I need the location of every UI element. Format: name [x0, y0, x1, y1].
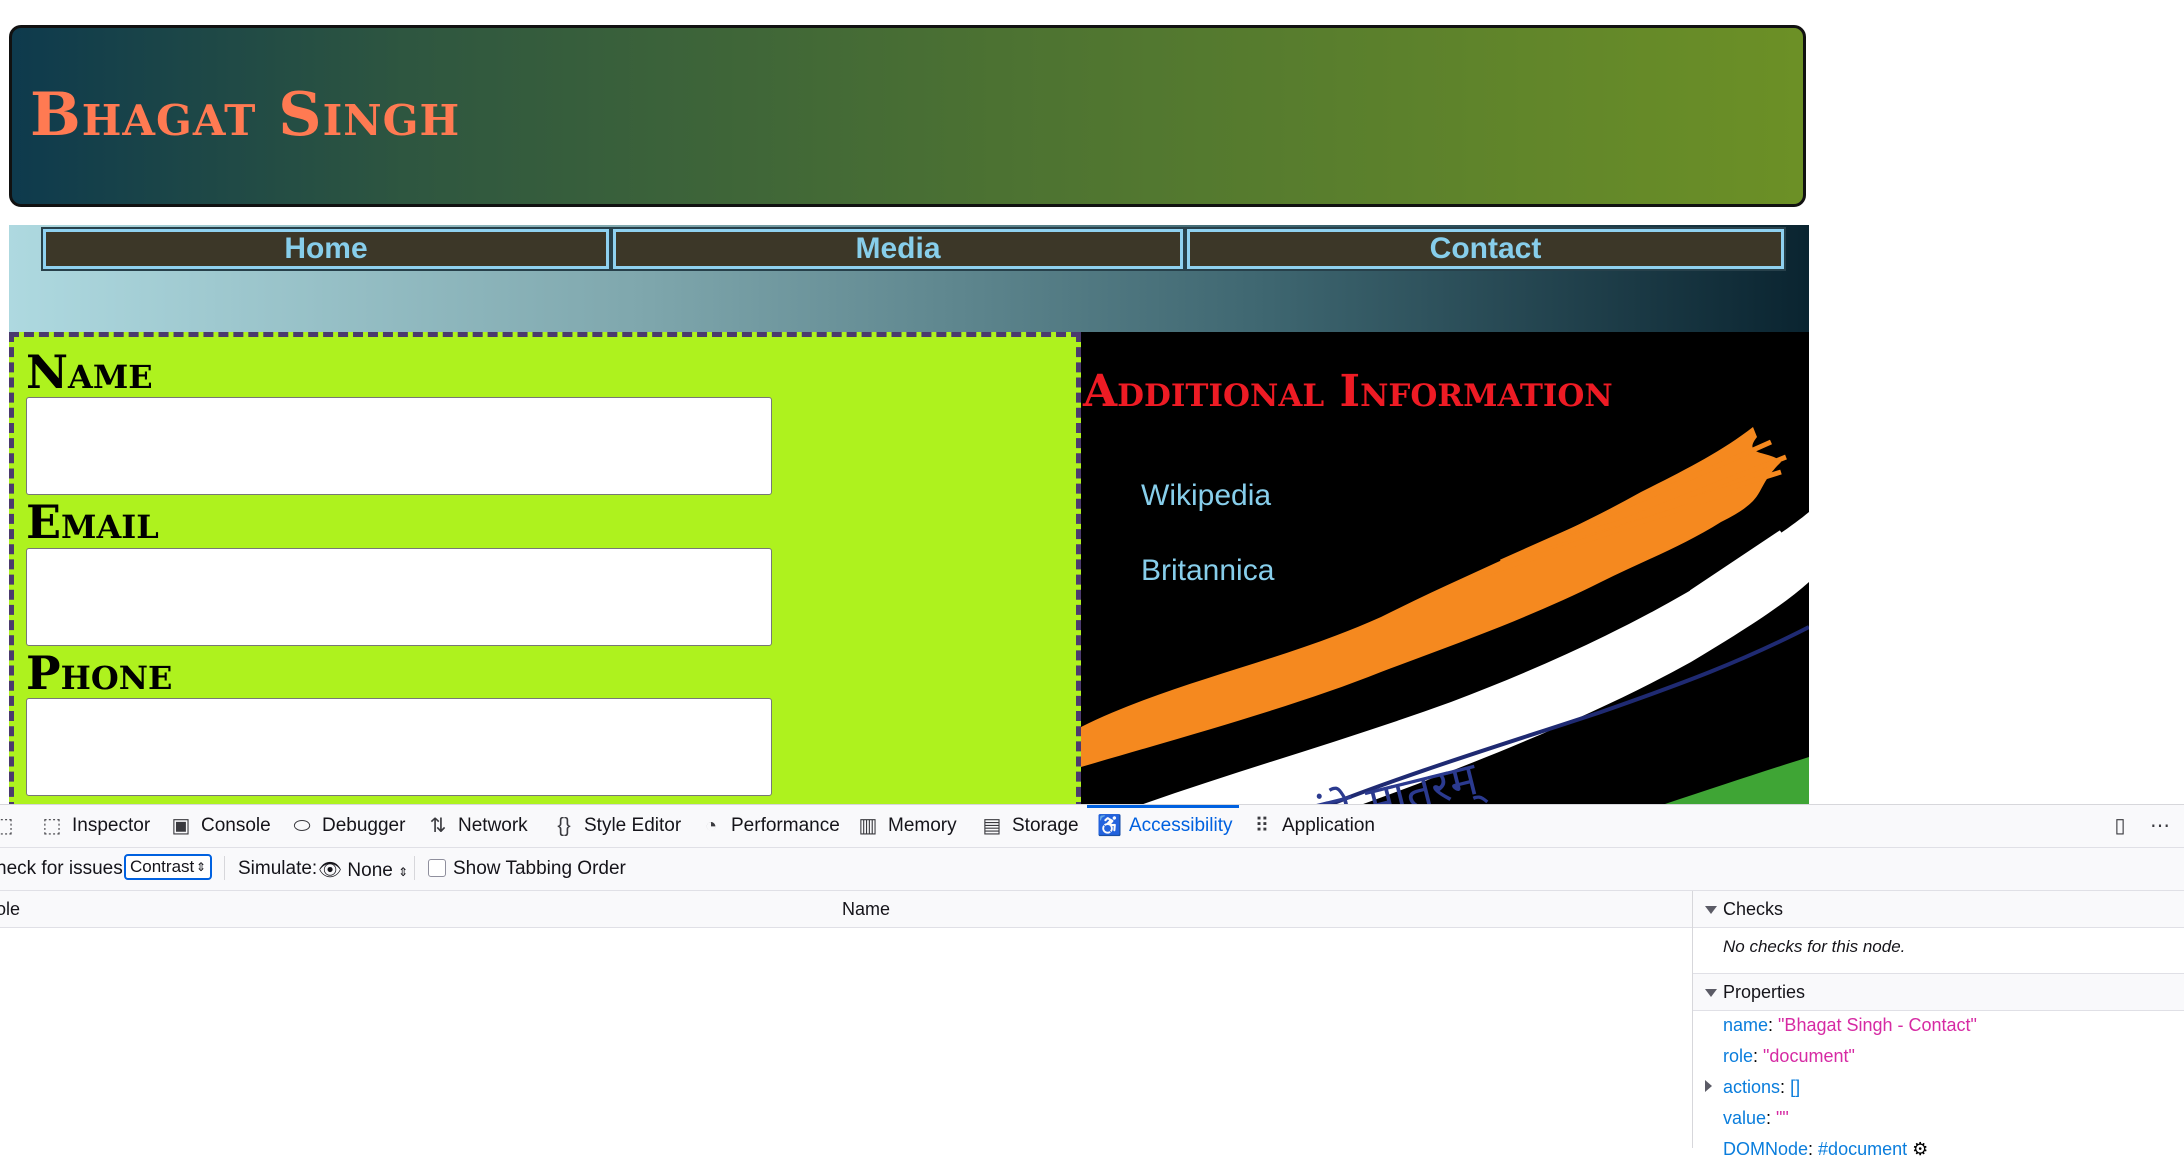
toolbar-divider — [414, 856, 415, 880]
property-value: "document" — [1763, 1046, 1855, 1066]
properties-title: Properties — [1723, 982, 1806, 1002]
property-value: "" — [1776, 1108, 1789, 1128]
property-key: name — [1723, 1015, 1769, 1035]
property-value: #document — [1818, 1139, 1908, 1159]
tab-application[interactable]: ⠿ Application — [1250, 805, 1375, 847]
tab-label: Storage — [1012, 815, 1079, 836]
check-issues-select[interactable]: Contrast ⇕ — [124, 854, 212, 880]
property-key: actions — [1723, 1077, 1781, 1097]
performance-icon: ◔ — [704, 815, 718, 837]
tab-label: Network — [458, 815, 528, 836]
property-row[interactable]: name: "Bhagat Singh - Contact" — [1723, 1015, 1977, 1036]
console-icon: ▣ — [171, 815, 191, 837]
tabbing-order-label: Show Tabbing Order — [453, 858, 626, 879]
additional-info-panel: वंदे मातरम् Additional Information Wikip… — [1081, 332, 1809, 804]
debugger-icon: ⬭ — [293, 815, 311, 837]
name-input[interactable] — [26, 397, 772, 495]
network-icon: ⇅ — [429, 815, 447, 837]
storage-icon: ▤ — [982, 815, 1002, 837]
property-key: value — [1723, 1108, 1767, 1128]
web-page: Bhagat Singh Home Media Contact Name Ema… — [0, 0, 2184, 804]
style-editor-icon: {} — [557, 815, 571, 837]
devtools-tab-bar: ⬚ ⬚ Inspector ▣ Console ⬭ Debugger ⇅ Network… — [0, 805, 2184, 848]
active-tab-indicator — [1087, 805, 1239, 808]
accessibility-toolbar: heck for issues: Contrast ⇕ Simulate: 👁 N… — [0, 848, 2184, 891]
checks-message: No checks for this node. — [1723, 937, 1906, 956]
check-issues-value: Contrast — [130, 857, 195, 876]
property-row[interactable]: value: "" — [1723, 1108, 1789, 1129]
tab-label: Memory — [888, 815, 957, 836]
accessibility-icon: ♿ — [1097, 815, 1122, 837]
simulate-select[interactable]: 👁 None ⇕ — [318, 858, 408, 882]
checks-title: Checks — [1723, 899, 1784, 919]
simulate-value: None — [347, 860, 393, 881]
tab-label: Performance — [731, 815, 840, 836]
gear-icon[interactable]: ⚙ — [1912, 1139, 1928, 1159]
memory-icon: ▥ — [858, 815, 878, 837]
pick-element-button[interactable]: ⬚ — [0, 805, 16, 847]
property-row[interactable]: DOMNode: #document ⚙ — [1723, 1139, 1928, 1160]
eye-icon: 👁 — [318, 860, 343, 881]
more-options-button[interactable]: ⋯ — [2148, 805, 2172, 847]
select-arrows-icon: ⇕ — [195, 860, 206, 874]
property-row[interactable]: actions: [] — [1705, 1077, 1801, 1098]
toolbar-divider — [224, 856, 225, 880]
tab-label: Style Editor — [584, 815, 682, 836]
email-input[interactable] — [26, 548, 772, 646]
tab-label: Application — [1282, 815, 1375, 836]
tab-inspector[interactable]: ⬚ Inspector — [40, 805, 151, 847]
accessibility-sidebar: Checks No checks for this node. Properti… — [1692, 891, 2184, 1159]
phone-input[interactable] — [26, 698, 772, 796]
more-options-icon: ⋯ — [2150, 815, 2170, 837]
checks-section-header[interactable]: Checks — [1693, 891, 2184, 928]
contact-form: Name Email Phone — [9, 332, 1081, 804]
tab-debugger[interactable]: ⬭ Debugger — [290, 805, 405, 847]
tab-accessibility[interactable]: ♿ Accessibility — [1097, 805, 1232, 847]
tab-network[interactable]: ⇅ Network — [426, 805, 528, 847]
role-column-header[interactable]: ole — [0, 899, 20, 920]
inspector-icon: ⬚ — [42, 815, 62, 837]
nav-contact[interactable]: Contact — [1185, 227, 1786, 271]
name-label: Name — [26, 345, 153, 399]
tab-console[interactable]: ▣ Console — [169, 805, 271, 847]
tab-label: Console — [201, 815, 271, 836]
email-label: Email — [26, 495, 159, 549]
header-banner: Bhagat Singh — [9, 25, 1806, 207]
pick-element-icon: ⬚ — [0, 815, 14, 837]
property-key: role — [1723, 1046, 1754, 1066]
simulate-label: Simulate: — [238, 858, 318, 879]
additional-info-heading: Additional Information — [1083, 366, 1613, 417]
britannica-link[interactable]: Britannica — [1141, 554, 1274, 588]
tab-storage[interactable]: ▤ Storage — [980, 805, 1079, 847]
property-value: [] — [1790, 1077, 1801, 1097]
select-arrows-icon: ⇕ — [398, 865, 409, 879]
phone-label: Phone — [26, 646, 173, 700]
property-value: "Bhagat Singh - Contact" — [1778, 1015, 1977, 1035]
wikipedia-link[interactable]: Wikipedia — [1141, 479, 1271, 513]
responsive-mode-button[interactable]: ▯ — [2108, 805, 2132, 847]
nav-home[interactable]: Home — [41, 227, 611, 271]
property-row[interactable]: role: "document" — [1723, 1046, 1855, 1067]
devtools-panel: ⬚ ⬚ Inspector ▣ Console ⬭ Debugger ⇅ Network… — [0, 804, 2184, 1159]
collapse-triangle-icon — [1705, 906, 1717, 914]
nav-media[interactable]: Media — [611, 227, 1185, 271]
tab-label: Debugger — [322, 815, 406, 836]
collapse-triangle-icon — [1705, 989, 1717, 997]
responsive-mode-icon: ▯ — [2114, 815, 2126, 837]
tab-memory[interactable]: ▥ Memory — [856, 805, 957, 847]
tab-label: Inspector — [72, 815, 151, 836]
tab-performance[interactable]: ◔ Performance — [699, 805, 840, 847]
nav-bar: Home Media Contact — [9, 225, 1809, 332]
application-icon: ⠿ — [1254, 815, 1270, 837]
site-title: Bhagat Singh — [30, 80, 461, 150]
check-issues-label: heck for issues: — [0, 858, 128, 879]
property-key: DOMNode — [1723, 1139, 1809, 1159]
expand-triangle-icon[interactable] — [1705, 1080, 1712, 1092]
tabbing-order-checkbox[interactable] — [428, 859, 446, 877]
tab-style-editor[interactable]: {} Style Editor — [552, 805, 681, 847]
properties-section-header[interactable]: Properties — [1693, 973, 2184, 1011]
tab-label: Accessibility — [1129, 815, 1233, 836]
accessibility-tree-header: ole Name — [0, 891, 1692, 928]
name-column-header[interactable]: Name — [842, 899, 890, 920]
